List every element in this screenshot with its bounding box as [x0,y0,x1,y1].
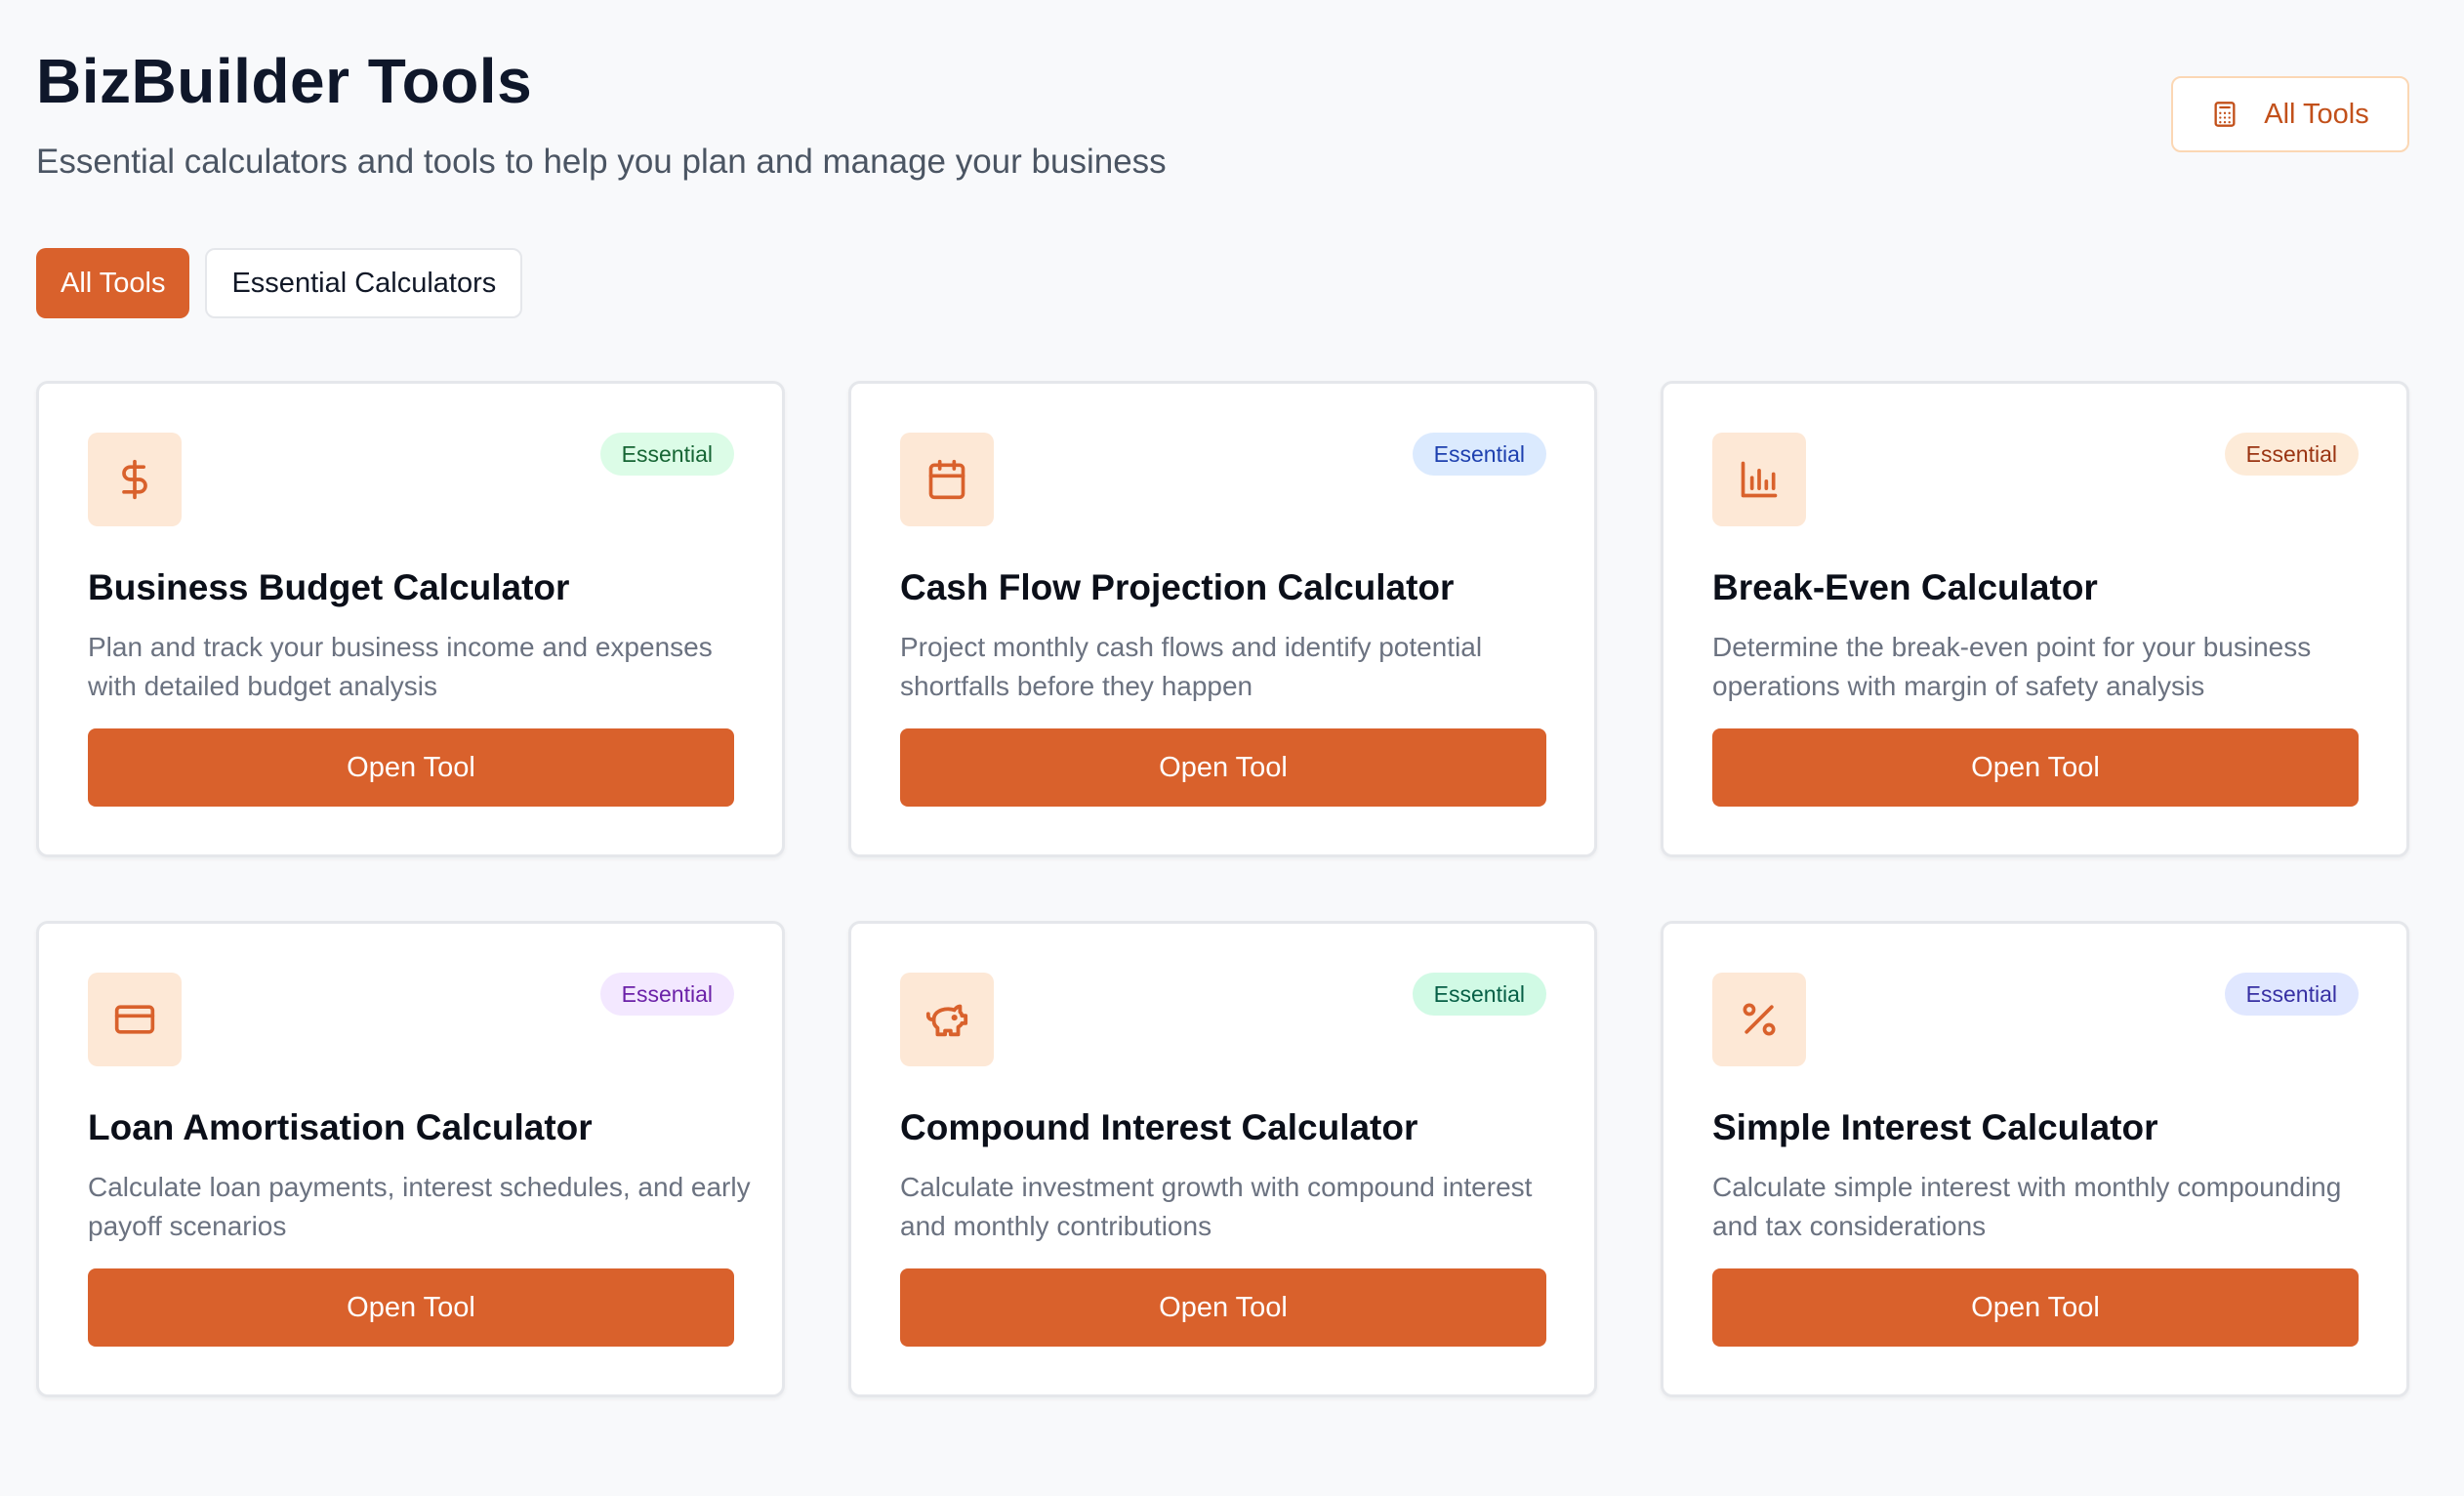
card-title: Loan Amortisation Calculator [88,1107,593,1147]
piggy-bank-icon [900,973,994,1066]
card-description: Calculate investment growth with compoun… [900,1172,1533,1241]
tool-card: Essential Break-Even Calculator Determin… [1661,381,2409,857]
tools-grid: Essential Business Budget Calculator Pla… [36,381,2409,1397]
page-header: BizBuilder Tools Essential calculators a… [36,43,1167,184]
status-badge: Essential [1412,973,1546,1016]
tool-card: Essential Simple Interest Calculator Cal… [1661,921,2409,1397]
status-badge: Essential [2224,973,2359,1016]
open-tool-button[interactable]: Open Tool [88,728,734,807]
card-title: Compound Interest Calculator [900,1107,1418,1147]
filter-essential-calculators[interactable]: Essential Calculators [205,248,523,318]
open-tool-button[interactable]: Open Tool [900,1268,1546,1347]
card-description: Project monthly cash flows and identify … [900,632,1483,701]
open-tool-button[interactable]: Open Tool [1712,728,2359,807]
card-title: Simple Interest Calculator [1712,1107,2158,1147]
tool-card: Essential Compound Interest Calculator C… [848,921,1597,1397]
percent-icon [1712,973,1806,1066]
calculator-icon [2211,99,2238,130]
card-title: Cash Flow Projection Calculator [900,567,1455,607]
credit-card-icon [88,973,182,1066]
filter-all-tools[interactable]: All Tools [36,248,190,318]
tool-card: Essential Cash Flow Projection Calculato… [848,381,1597,857]
tool-card: Essential Business Budget Calculator Pla… [36,381,785,857]
card-description: Calculate loan payments, interest schedu… [88,1172,751,1241]
open-tool-button[interactable]: Open Tool [88,1268,734,1347]
page-subtitle: Essential calculators and tools to help … [36,143,1167,181]
dollar-icon [88,433,182,526]
open-tool-button[interactable]: Open Tool [900,728,1546,807]
card-title: Business Budget Calculator [88,567,570,607]
all-tools-button-label: All Tools [2264,98,2369,130]
all-tools-button[interactable]: All Tools [2171,76,2409,152]
calendar-icon [900,433,994,526]
bar-chart-icon [1712,433,1806,526]
filter-tabs: All Tools Essential Calculators [36,248,523,318]
card-title: Break-Even Calculator [1712,567,2098,607]
tool-card: Essential Loan Amortisation Calculator C… [36,921,785,1397]
card-description: Calculate simple interest with monthly c… [1712,1172,2342,1241]
status-badge: Essential [1412,433,1546,476]
open-tool-button[interactable]: Open Tool [1712,1268,2359,1347]
status-badge: Essential [599,973,734,1016]
page-title: BizBuilder Tools [36,46,533,116]
card-description: Determine the break-even point for your … [1712,632,2312,701]
card-description: Plan and track your business income and … [88,632,713,701]
status-badge: Essential [2224,433,2359,476]
status-badge: Essential [599,433,734,476]
